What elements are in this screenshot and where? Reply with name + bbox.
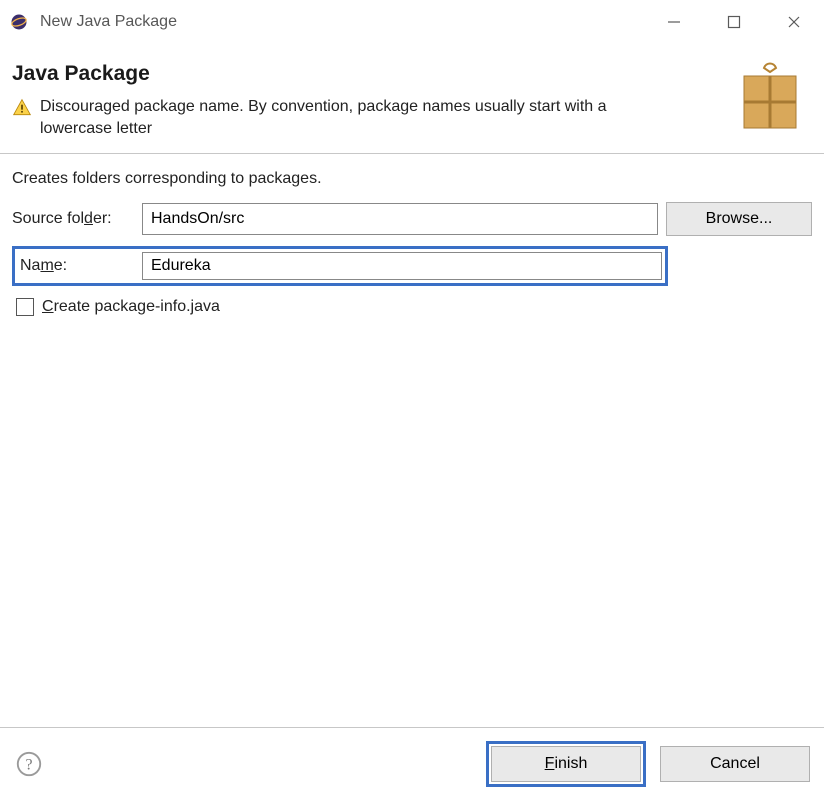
svg-text:?: ? <box>25 756 32 773</box>
close-button[interactable] <box>764 0 824 44</box>
package-icon <box>734 62 806 134</box>
source-folder-label: Source folder: <box>12 210 134 228</box>
description-text: Creates folders corresponding to package… <box>12 170 812 188</box>
dialog-title: Java Package <box>12 62 718 86</box>
dialog-message: Discouraged package name. By convention,… <box>40 96 680 139</box>
dialog-window: New Java Package Java Package Di <box>0 0 824 799</box>
source-folder-input[interactable] <box>142 203 658 235</box>
dialog-header: Java Package Discouraged package name. B… <box>0 44 824 154</box>
cancel-button[interactable]: Cancel <box>660 746 810 782</box>
name-row-highlight: Name: <box>12 246 668 286</box>
source-folder-row: Source folder: Browse... <box>12 202 812 236</box>
window-title: New Java Package <box>40 13 177 31</box>
finish-button-highlight: Finish <box>486 741 646 787</box>
name-label: Name: <box>18 257 134 275</box>
browse-button[interactable]: Browse... <box>666 202 812 236</box>
maximize-button[interactable] <box>704 0 764 44</box>
finish-button[interactable]: Finish <box>491 746 641 782</box>
titlebar: New Java Package <box>0 0 824 44</box>
eclipse-icon <box>8 11 30 33</box>
help-icon[interactable]: ? <box>14 749 44 779</box>
package-info-checkbox-row: Create package-info.java <box>12 298 812 316</box>
name-input[interactable] <box>142 252 662 280</box>
package-info-checkbox[interactable] <box>16 298 34 316</box>
dialog-footer: ? Finish Cancel <box>0 727 824 799</box>
dialog-content: Creates folders corresponding to package… <box>0 154 824 727</box>
warning-icon <box>12 98 32 118</box>
minimize-button[interactable] <box>644 0 704 44</box>
package-info-label[interactable]: Create package-info.java <box>42 298 220 316</box>
